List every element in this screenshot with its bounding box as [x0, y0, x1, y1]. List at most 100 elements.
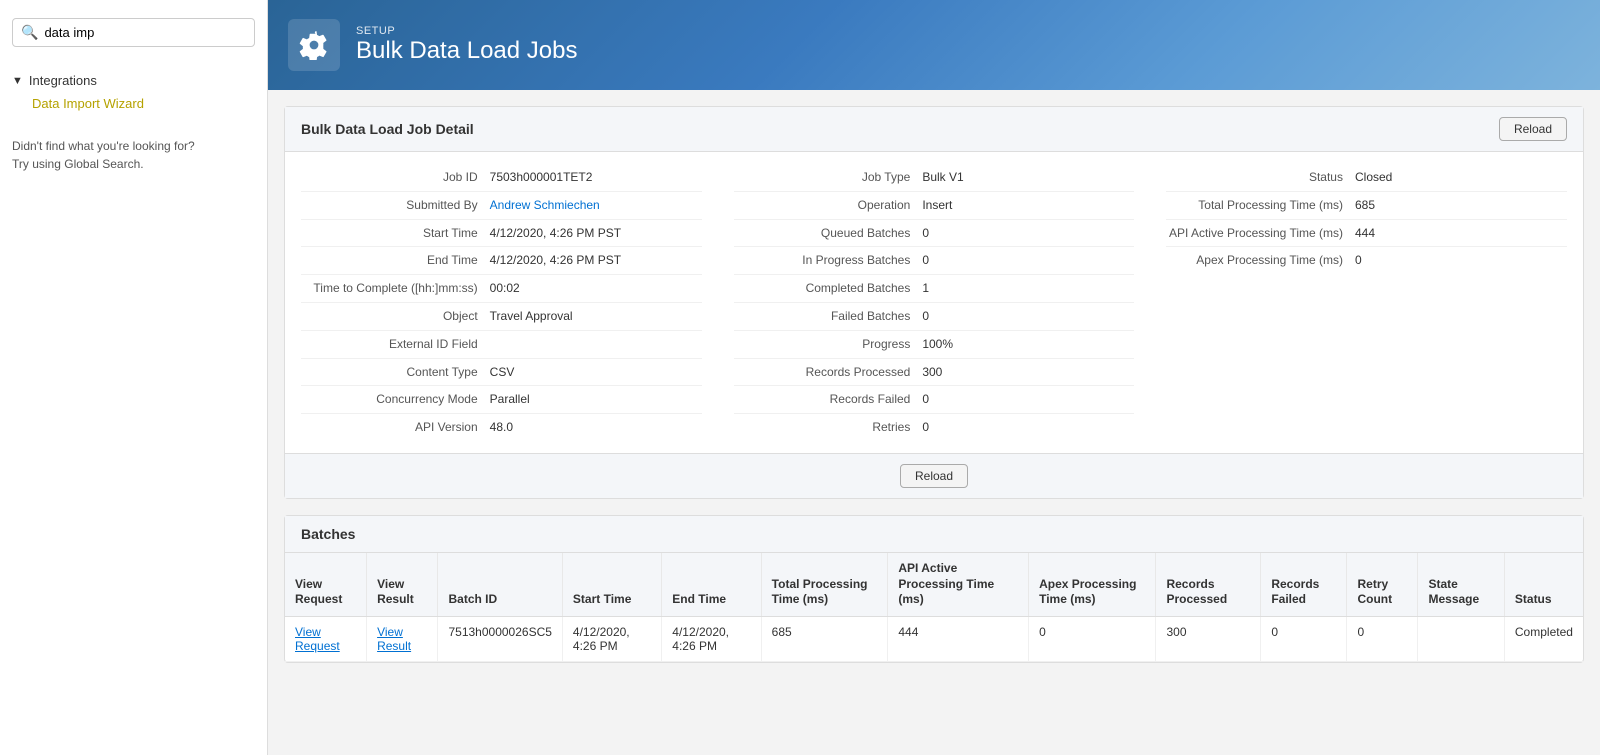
header-text-group: SETUP Bulk Data Load Jobs [356, 25, 577, 65]
main-content: SETUP Bulk Data Load Jobs Bulk Data Load… [268, 0, 1600, 755]
header-icon-box [288, 19, 340, 71]
gear-icon [299, 30, 329, 60]
table-cell-records_processed: 300 [1156, 616, 1261, 661]
sidebar-section-label: Integrations [29, 73, 97, 88]
progress-row: Progress 100% [734, 331, 1135, 359]
object-row: Object Travel Approval [301, 303, 702, 331]
end-time-row: End Time 4/12/2020, 4:26 PM PST [301, 247, 702, 275]
col-header-status: Status [1504, 553, 1583, 616]
table-row: View RequestView Result7513h0000026SC54/… [285, 616, 1583, 661]
col-header-apex-processing-time: Apex Processing Time (ms) [1029, 553, 1156, 616]
apex-value: 0 [1355, 252, 1567, 269]
sidebar-section-integrations: ▼ Integrations Data Import Wizard [0, 63, 267, 121]
reload-button-top[interactable]: Reload [1499, 117, 1567, 141]
records-processed-label: Records Processed [734, 364, 923, 381]
card-header: Bulk Data Load Job Detail Reload [285, 107, 1583, 152]
header-setup-label: SETUP [356, 25, 577, 37]
start-time-label: Start Time [301, 225, 490, 242]
total-processing-time-label: Total Processing Time (ms) [1166, 197, 1355, 214]
records-processed-row: Records Processed 300 [734, 359, 1135, 387]
retries-label: Retries [734, 419, 923, 436]
detail-col-3: Status Closed Total Processing Time (ms)… [1150, 164, 1583, 441]
total-processing-time-row: Total Processing Time (ms) 685 [1166, 192, 1567, 220]
status-label: Status [1166, 169, 1355, 186]
operation-value: Insert [922, 197, 1134, 214]
sidebar-section-header[interactable]: ▼ Integrations [12, 69, 255, 92]
card-title: Bulk Data Load Job Detail [301, 121, 474, 137]
content-type-row: Content Type CSV [301, 359, 702, 387]
page-header: SETUP Bulk Data Load Jobs [268, 0, 1600, 90]
completed-batches-label: Completed Batches [734, 280, 923, 297]
apex-row: Apex Processing Time (ms) 0 [1166, 247, 1567, 274]
table-cell-batch_id: 7513h0000026SC5 [438, 616, 562, 661]
time-to-complete-value: 00:02 [490, 280, 702, 297]
queued-batches-row: Queued Batches 0 [734, 220, 1135, 248]
start-time-row: Start Time 4/12/2020, 4:26 PM PST [301, 220, 702, 248]
link-view_result[interactable]: View Result [377, 625, 411, 653]
col-header-retry-count: Retry Count [1347, 553, 1418, 616]
job-type-value: Bulk V1 [922, 169, 1134, 186]
col-header-view-request: View Request [285, 553, 367, 616]
sidebar: 🔍 ▼ Integrations Data Import Wizard Didn… [0, 0, 268, 755]
batch-table: View Request View Result Batch ID Start … [285, 553, 1583, 662]
in-progress-batches-row: In Progress Batches 0 [734, 247, 1135, 275]
job-type-row: Job Type Bulk V1 [734, 164, 1135, 192]
job-id-row: Job ID 7503h000001TET2 [301, 164, 702, 192]
detail-col-1: Job ID 7503h000001TET2 Submitted By Andr… [285, 164, 718, 441]
search-box[interactable]: 🔍 [12, 18, 255, 47]
table-cell-state_message [1418, 616, 1504, 661]
job-detail-card: Bulk Data Load Job Detail Reload Job ID … [284, 106, 1584, 499]
table-cell-total_processing_time: 685 [761, 616, 888, 661]
col-header-records-failed: Records Failed [1261, 553, 1347, 616]
status-row: Status Closed [1166, 164, 1567, 192]
card-footer: Reload [285, 453, 1583, 498]
table-cell-status: Completed [1504, 616, 1583, 661]
records-failed-label: Records Failed [734, 391, 923, 408]
col-header-state-message: State Message [1418, 553, 1504, 616]
external-id-label: External ID Field [301, 336, 490, 353]
time-to-complete-label: Time to Complete ([hh:]mm:ss) [301, 280, 490, 297]
chevron-down-icon: ▼ [12, 75, 23, 87]
apex-label: Apex Processing Time (ms) [1166, 252, 1355, 269]
table-cell-end_time: 4/12/2020, 4:26 PM [662, 616, 761, 661]
concurrency-mode-row: Concurrency Mode Parallel [301, 386, 702, 414]
failed-batches-value: 0 [922, 308, 1134, 325]
detail-col-2: Job Type Bulk V1 Operation Insert Queued… [718, 164, 1151, 441]
progress-value: 100% [922, 336, 1134, 353]
sidebar-item-data-import-wizard[interactable]: Data Import Wizard [12, 92, 255, 115]
in-progress-batches-value: 0 [922, 252, 1134, 269]
batches-title: Batches [301, 526, 355, 542]
operation-label: Operation [734, 197, 923, 214]
col-header-api-active-processing-time: API Active Processing Time (ms) [888, 553, 1029, 616]
col-header-view-result: View Result [367, 553, 438, 616]
col-header-batch-id: Batch ID [438, 553, 562, 616]
start-time-value: 4/12/2020, 4:26 PM PST [490, 225, 702, 242]
submitted-by-label: Submitted By [301, 197, 490, 214]
in-progress-batches-label: In Progress Batches [734, 252, 923, 269]
link-view_request[interactable]: View Request [295, 625, 340, 653]
table-cell-start_time: 4/12/2020, 4:26 PM [562, 616, 661, 661]
api-version-value: 48.0 [490, 419, 702, 436]
reload-button-bottom[interactable]: Reload [900, 464, 968, 488]
col-header-start-time: Start Time [562, 553, 661, 616]
concurrency-mode-value: Parallel [490, 391, 702, 408]
api-version-row: API Version 48.0 [301, 414, 702, 441]
detail-grid: Job ID 7503h000001TET2 Submitted By Andr… [285, 152, 1583, 453]
submitted-by-link[interactable]: Andrew Schmiechen [490, 198, 600, 212]
content-type-label: Content Type [301, 364, 490, 381]
col-header-end-time: End Time [662, 553, 761, 616]
search-icon: 🔍 [21, 24, 38, 41]
sidebar-hint: Didn't find what you're looking for? Try… [0, 121, 267, 189]
batches-card: Batches View Request View Result Batch I… [284, 515, 1584, 663]
table-cell-view_request: View Request [285, 616, 367, 661]
table-cell-view_result: View Result [367, 616, 438, 661]
submitted-by-row: Submitted By Andrew Schmiechen [301, 192, 702, 220]
table-cell-apex_processing_time: 0 [1029, 616, 1156, 661]
search-input[interactable] [44, 25, 246, 40]
submitted-by-value: Andrew Schmiechen [490, 197, 702, 214]
content-type-value: CSV [490, 364, 702, 381]
object-label: Object [301, 308, 490, 325]
job-id-label: Job ID [301, 169, 490, 186]
batches-header: Batches [285, 516, 1583, 553]
concurrency-mode-label: Concurrency Mode [301, 391, 490, 408]
